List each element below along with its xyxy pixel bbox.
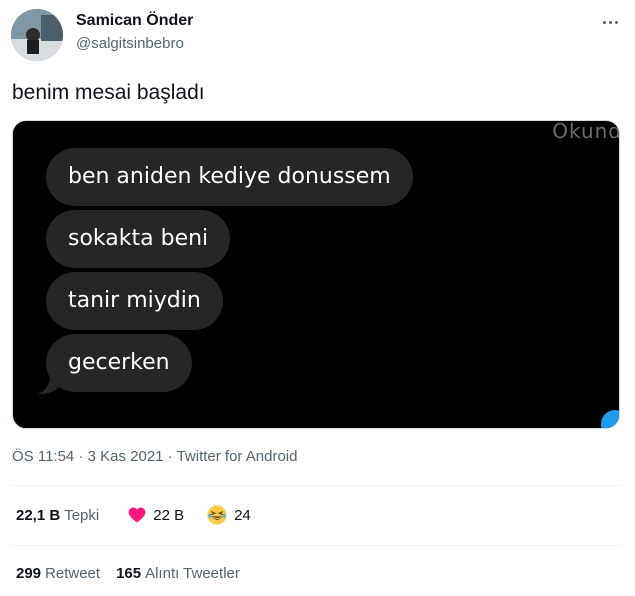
tweet-time[interactable]: ÖS 11:54: [12, 448, 74, 465]
heart-icon: [128, 507, 146, 523]
media-partial-text: Okund: [552, 120, 620, 143]
quote-count: 165: [116, 565, 142, 582]
tweet-source[interactable]: Twitter for Android: [177, 448, 298, 465]
heart-reaction[interactable]: 22 B: [127, 505, 184, 525]
chat-bubble: gecerken: [46, 334, 192, 392]
avatar[interactable]: [11, 9, 63, 61]
author-handle[interactable]: @salgitsinbebro: [76, 35, 184, 52]
reactions-total-label: Tepki: [64, 506, 100, 524]
tweet-date[interactable]: 3 Kas 2021: [88, 448, 164, 465]
meta-separator: ·: [163, 448, 177, 465]
retweets-link[interactable]: 299 Retweet: [16, 565, 100, 582]
laugh-reaction[interactable]: 24: [206, 504, 251, 526]
meta-separator: ·: [74, 448, 88, 465]
bubble-tail: [37, 372, 63, 395]
reactions-total[interactable]: 22,1 B Tepki: [16, 507, 99, 524]
author-display-name[interactable]: Samican Önder: [76, 12, 193, 30]
chat-bubble: tanir miydin: [46, 272, 223, 330]
blue-corner-shape: [601, 410, 619, 428]
retweet-label: Retweet: [45, 565, 101, 582]
laugh-count: 24: [234, 506, 251, 524]
laughing-emoji-icon: [207, 505, 227, 525]
quote-label: Alıntı Tweetler: [145, 565, 240, 582]
chat-bubble: sokakta beni: [46, 210, 231, 268]
retweet-count: 299: [16, 565, 42, 582]
reactions-total-count: 22,1 B: [16, 506, 61, 524]
tweet-meta: ÖS 11:54 · 3 Kas 2021 · Twitter for Andr…: [12, 448, 297, 465]
shares-row: 299 Retweet 165 Alıntı Tweetler: [16, 565, 240, 582]
tweet-text: benim mesai başladı: [12, 81, 205, 104]
chat-bubble: ben aniden kediye donussem: [46, 148, 413, 206]
heart-count: 22 B: [153, 506, 185, 524]
quote-tweets-link[interactable]: 165 Alıntı Tweetler: [116, 565, 240, 582]
divider: [12, 485, 620, 486]
tweet-media[interactable]: Okund ben aniden kediye donussem sokakta…: [12, 120, 620, 429]
more-options-icon[interactable]: [598, 12, 622, 32]
reactions-row: 22,1 B Tepki 22 B 24: [16, 504, 251, 526]
divider: [12, 545, 620, 546]
